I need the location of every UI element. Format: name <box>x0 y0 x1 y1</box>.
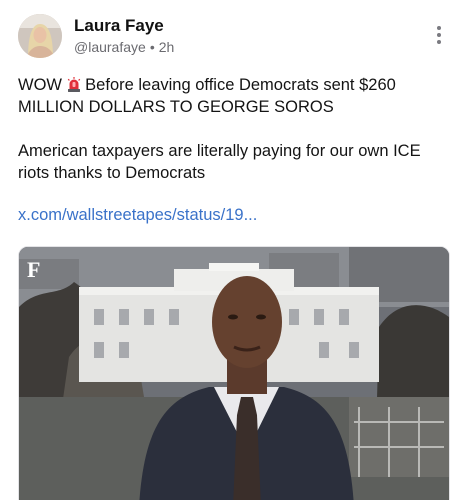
video-thumbnail[interactable]: F <box>18 246 450 500</box>
post-text-paragraph-2: American taxpayers are literally paying … <box>18 142 421 182</box>
media-watermark: F <box>27 257 40 282</box>
social-post: Laura Faye @laurafaye • 2h WOW Before leav… <box>0 0 466 500</box>
vertical-ellipsis-icon <box>437 26 441 30</box>
post-text-paragraph-1: WOW Before leaving office Democrats sent… <box>18 76 396 116</box>
post-header: Laura Faye @laurafaye • 2h <box>18 12 448 62</box>
post-time[interactable]: 2h <box>159 39 175 55</box>
more-options-button[interactable] <box>434 26 444 48</box>
meta-separator: • <box>149 39 155 55</box>
avatar[interactable] <box>18 14 62 58</box>
author-handle[interactable]: @laurafaye <box>74 39 146 55</box>
post-meta: @laurafaye • 2h <box>74 39 174 55</box>
post-link[interactable]: x.com/wallstreetapes/status/19... <box>18 206 257 225</box>
post-text: WOW Before leaving office Democrats sent… <box>18 74 448 184</box>
author-name[interactable]: Laura Faye <box>74 16 164 36</box>
police-siren-icon <box>67 77 80 92</box>
